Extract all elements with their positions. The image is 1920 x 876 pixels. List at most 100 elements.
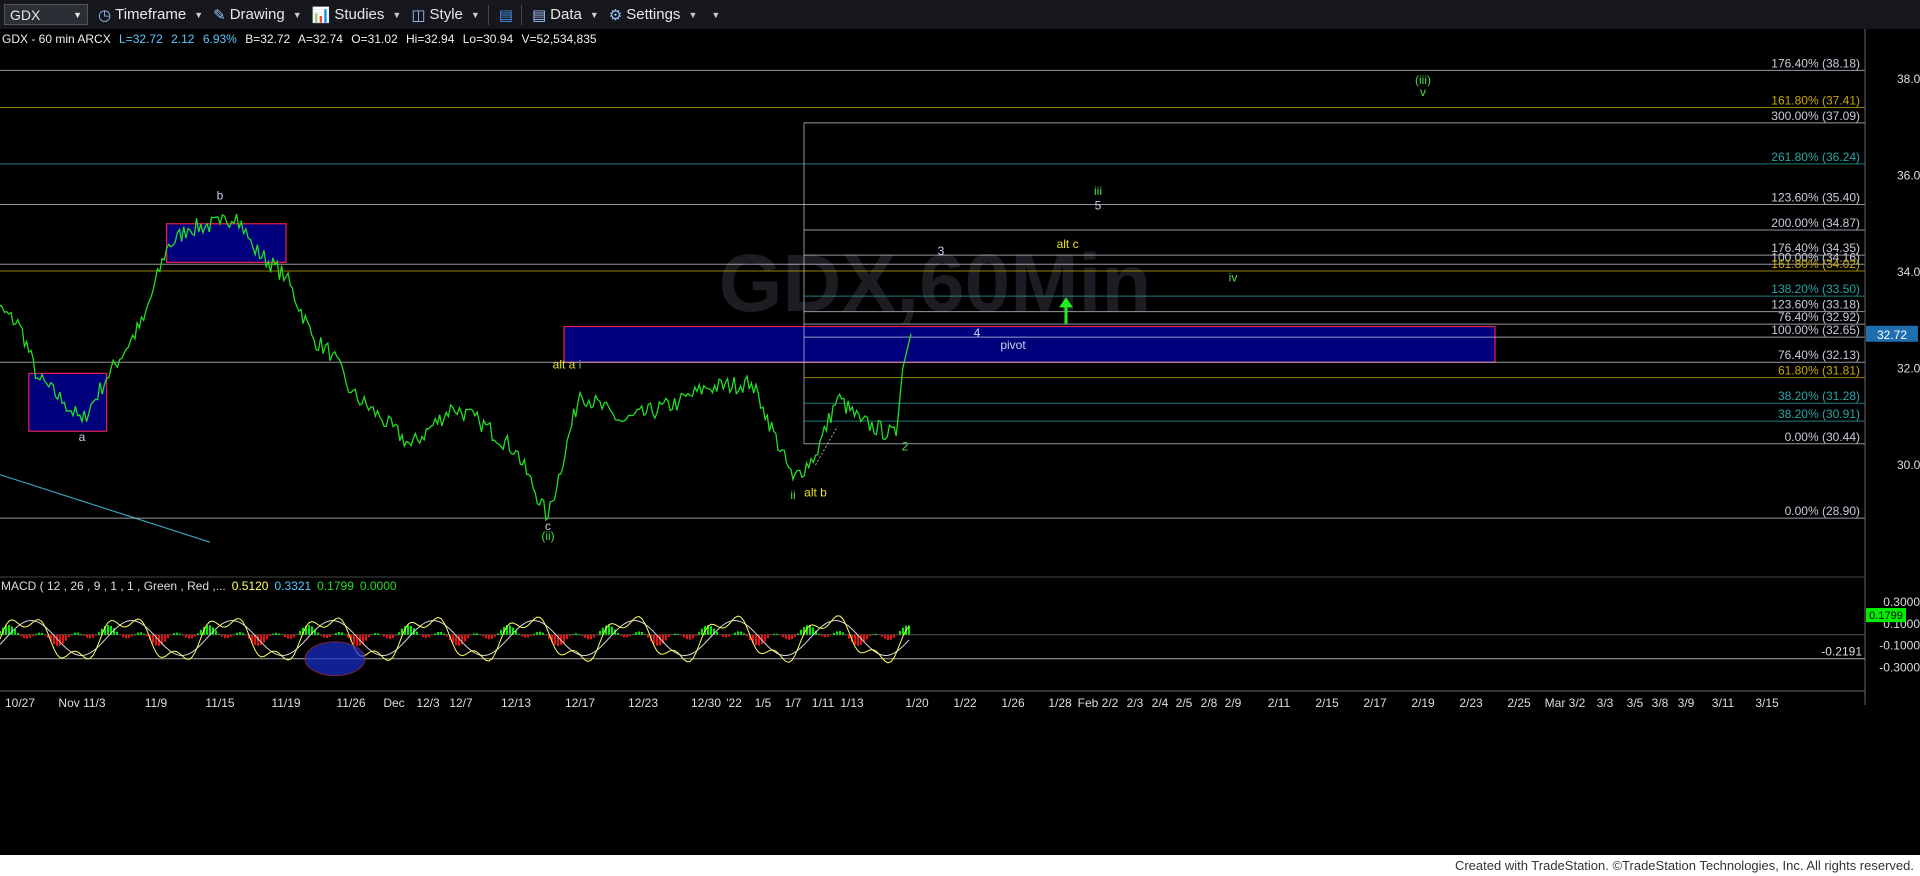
fib-level-label: 123.60% (35.40) xyxy=(1771,190,1860,204)
macd-highlight-ellipse xyxy=(304,641,366,677)
time-axis-tick: 2/8 xyxy=(1201,696,1218,710)
time-axis-tick: 3/15 xyxy=(1755,696,1779,710)
symbol-input[interactable]: GDX ▼ xyxy=(4,4,88,25)
time-axis-tick: 2/5 xyxy=(1176,696,1193,710)
dropdown-caret-icon: ▼ xyxy=(73,9,82,20)
chevron-down-icon: ▼ xyxy=(470,9,480,20)
wave-label: a xyxy=(79,430,86,444)
header-volume: V=52,534,835 xyxy=(521,32,596,46)
time-axis-tick: 1/20 xyxy=(905,696,929,710)
wave-label: v xyxy=(1420,85,1426,99)
price-axis-tick: 30.00 xyxy=(1897,458,1920,472)
clock-icon: ◷ xyxy=(98,6,112,24)
fib-level-label: 76.40% (32.92) xyxy=(1778,310,1860,324)
header-low: Lo=30.94 xyxy=(463,32,514,46)
price-axis-tick: 34.00 xyxy=(1897,265,1920,279)
studies-menu[interactable]: 📊 Studies ▼ xyxy=(312,6,402,24)
time-axis-tick: 1/28 xyxy=(1048,696,1072,710)
timeframe-menu[interactable]: ◷ Timeframe ▼ xyxy=(98,6,203,24)
drawing-label: Drawing xyxy=(229,6,285,23)
time-axis-tick: '22 xyxy=(726,696,742,710)
header-pct: 6.93% xyxy=(203,32,237,46)
fib-level-label: 76.40% (32.13) xyxy=(1778,348,1860,362)
price-axis-tick: 32.00 xyxy=(1897,362,1920,376)
studies-label: Studies xyxy=(334,6,385,23)
time-axis-tick: 3/9 xyxy=(1678,696,1695,710)
layout-icon: ▤ xyxy=(498,6,513,24)
settings-menu[interactable]: ⚙ Settings ▼ xyxy=(609,6,698,24)
wave-label: 2 xyxy=(902,440,909,454)
header-last: L=32.72 xyxy=(119,32,163,46)
time-axis-tick: 2/19 xyxy=(1411,696,1435,710)
pencil-icon: ✎ xyxy=(213,6,226,24)
wave-label: alt c xyxy=(1057,237,1079,251)
fib-level-label: 300.00% (37.09) xyxy=(1771,109,1860,123)
chevron-down-icon: ▼ xyxy=(292,9,302,20)
time-axis-tick: 2/15 xyxy=(1315,696,1339,710)
time-axis-tick: 12/23 xyxy=(628,696,658,710)
drawing-menu[interactable]: ✎ Drawing ▼ xyxy=(213,6,302,24)
fib-level-label: 38.20% (31.28) xyxy=(1778,389,1860,403)
time-axis-tick: 1/11 xyxy=(812,696,835,710)
wave-label: 3 xyxy=(938,244,945,258)
macd-ref-label: -0.2191 xyxy=(1821,645,1862,659)
symbol-value: GDX xyxy=(10,6,41,23)
zero-value: 0.0000 xyxy=(360,579,397,593)
symbol-watermark: GDX,60Min xyxy=(719,238,1152,329)
header-bid: B=32.72 xyxy=(245,32,290,46)
wave-label: i xyxy=(579,358,582,372)
chevron-down-icon: ▼ xyxy=(589,9,599,20)
studies-icon: 📊 xyxy=(311,6,331,24)
chart-toolbar: GDX ▼ ◷ Timeframe ▼ ✎ Drawing ▼ 📊 Studie… xyxy=(0,0,1920,30)
price-chart[interactable]: GDX - 60 min ARCX L=32.72 2.12 6.93% B=3… xyxy=(0,29,1920,855)
data-menu[interactable]: ▤ Data ▼ xyxy=(532,6,599,24)
wave-label: alt b xyxy=(804,485,827,499)
header-ask: A=32.74 xyxy=(298,32,343,46)
diff-value: 0.1799 xyxy=(317,579,354,593)
wave-label: pivot xyxy=(1000,338,1026,352)
layout-button[interactable]: ▤ xyxy=(499,6,513,24)
data-icon: ▤ xyxy=(531,6,547,24)
time-axis-tick: 12/3 xyxy=(416,696,440,710)
time-axis-tick: 12/7 xyxy=(449,696,473,710)
wave-label: ii xyxy=(790,488,795,502)
time-axis-tick: 1/7 xyxy=(785,696,802,710)
toolbar-divider xyxy=(487,4,489,25)
toolbar-overflow-button[interactable]: ▼ xyxy=(707,10,720,20)
chevron-down-icon: ▼ xyxy=(711,9,721,20)
wave-label: iv xyxy=(1229,271,1238,285)
fib-level-label: 0.00% (30.44) xyxy=(1785,430,1860,444)
time-axis-tick: 12/13 xyxy=(501,696,531,710)
time-axis-tick: 2/9 xyxy=(1225,696,1242,710)
macd-header: MACD ( 12 , 26 , 9 , 1 , 1 , Green , Red… xyxy=(1,579,397,593)
time-axis-tick: 1/13 xyxy=(840,696,864,710)
time-axis-tick: 1/22 xyxy=(953,696,977,710)
chevron-down-icon: ▼ xyxy=(194,9,204,20)
time-axis-tick: 2/17 xyxy=(1363,696,1387,710)
chevron-down-icon: ▼ xyxy=(392,9,402,20)
macd-current-label: 0.1799 xyxy=(1869,610,1903,622)
macd-value: 0.5120 xyxy=(232,579,269,593)
macd-label: MACD ( 12 , 26 , 9 , 1 , 1 , Green , Red… xyxy=(1,579,226,593)
time-axis-tick: 2/4 xyxy=(1152,696,1169,710)
header-open: O=31.02 xyxy=(351,32,398,46)
style-menu[interactable]: ◫ Style ▼ xyxy=(411,6,479,24)
fib-level-label: 0.00% (28.90) xyxy=(1785,504,1860,518)
fib-level-label: 200.00% (34.87) xyxy=(1771,216,1860,230)
wave-label: 4 xyxy=(974,326,981,340)
fib-level-label: 38.20% (30.91) xyxy=(1778,407,1860,421)
time-axis-tick: 3/11 xyxy=(1712,696,1735,710)
header-change: 2.12 xyxy=(171,32,195,46)
time-axis-tick: 2/3 xyxy=(1127,696,1144,710)
time-axis-tick: 1/5 xyxy=(755,696,772,710)
target-zone xyxy=(563,325,1496,363)
wave-label: b xyxy=(217,189,224,203)
style-label: Style xyxy=(429,6,463,23)
target-zone xyxy=(28,372,108,432)
gear-icon: ⚙ xyxy=(608,6,623,24)
timeframe-label: Timeframe xyxy=(115,6,187,23)
time-axis-tick: 3/3 xyxy=(1597,696,1614,710)
time-axis-tick: 11/9 xyxy=(145,696,168,710)
fib-level-label: 176.40% (38.18) xyxy=(1771,56,1860,70)
svg-text:GDX - 60 min ARCX L=32.7: GDX - 60 min ARCX L=32.72 2.12 6.93% B=3… xyxy=(2,32,597,46)
